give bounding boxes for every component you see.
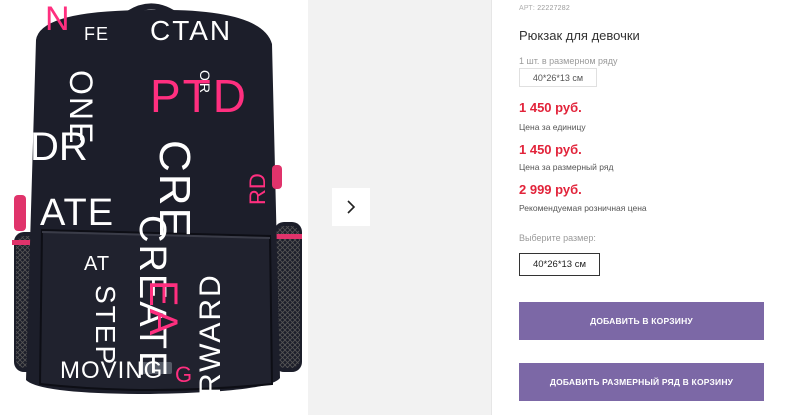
pack-size-chip: 40*26*13 см xyxy=(519,68,597,87)
svg-text:AT: AT xyxy=(84,253,110,275)
backpack-image: ONE CTAN CRE CREATE DR ATE STEP MOVING O… xyxy=(12,0,302,395)
svg-text:ATE: ATE xyxy=(40,192,114,234)
row-price: 1 450 руб. xyxy=(519,142,582,157)
svg-text:RWARD: RWARD xyxy=(194,273,227,395)
row-price-label: Цена за размерный ряд xyxy=(519,162,614,172)
retail-price: 2 999 руб. xyxy=(519,182,582,197)
divider xyxy=(491,0,492,415)
svg-text:G: G xyxy=(175,362,192,387)
retail-price-label: Рекомендуемая розничная цена xyxy=(519,203,647,213)
unit-price: 1 450 руб. xyxy=(519,100,582,115)
article-number: АРТ: 22227282 xyxy=(519,5,570,12)
next-image-button[interactable] xyxy=(332,188,370,226)
svg-text:PTD: PTD xyxy=(150,70,248,122)
svg-text:MOVING: MOVING xyxy=(60,357,163,384)
svg-text:STEP: STEP xyxy=(90,285,121,366)
svg-text:FE: FE xyxy=(84,24,109,44)
svg-text:CTAN: CTAN xyxy=(150,15,232,46)
add-row-to-cart-button[interactable]: ДОБАВИТЬ РАЗМЕРНЫЙ РЯД В КОРЗИНУ xyxy=(519,363,764,401)
svg-text:EA: EA xyxy=(141,280,185,337)
pack-hint: 1 шт. в размерном ряду xyxy=(519,56,618,66)
size-select-label: Выберите размер: xyxy=(519,233,596,243)
article-prefix: АРТ: xyxy=(519,5,536,12)
svg-text:DR: DR xyxy=(30,125,88,169)
unit-price-label: Цена за единицу xyxy=(519,122,586,132)
gallery-panel xyxy=(308,0,491,415)
product-image[interactable]: ONE CTAN CRE CREATE DR ATE STEP MOVING O… xyxy=(0,0,308,415)
add-to-cart-button[interactable]: ДОБАВИТЬ В КОРЗИНУ xyxy=(519,302,764,340)
product-title: Рюкзак для девочки xyxy=(519,28,640,43)
svg-text:N: N xyxy=(45,0,70,38)
chevron-right-icon xyxy=(347,200,356,214)
size-option[interactable]: 40*26*13 см xyxy=(519,253,600,276)
svg-text:RD: RD xyxy=(245,173,270,205)
article-value: 22227282 xyxy=(537,5,570,12)
